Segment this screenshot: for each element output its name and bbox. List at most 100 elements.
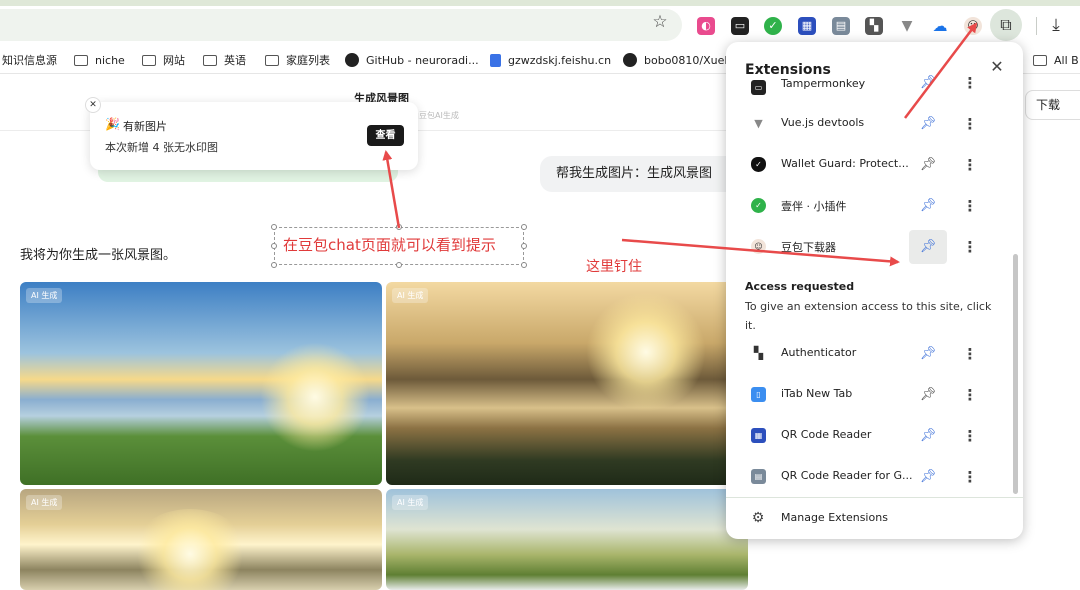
pin-icon[interactable]: 📌︎ (909, 230, 947, 264)
scrollbar[interactable] (1013, 254, 1018, 494)
manage-extensions-button[interactable]: ⚙ Manage Extensions (726, 498, 1023, 538)
bookmark-item[interactable]: 知识信息源 (2, 46, 57, 74)
extension-name: QR Code Reader (781, 428, 872, 441)
doc-icon (490, 53, 501, 67)
extensions-popup: Extensions ✕ ▭ Tampermonkey 📌︎ ⋮ ▼ Vue.j… (726, 42, 1023, 539)
toolbar-separator (1036, 17, 1037, 35)
pdf-icon[interactable]: ▭ (731, 17, 749, 35)
qr-reader-icon[interactable]: ▦ (798, 17, 816, 35)
tampermonkey-icon[interactable]: ◐ (697, 17, 715, 35)
extension-row[interactable]: ✓ Wallet Guard: Protect... 📌︎ ⋮ (726, 145, 1016, 185)
more-icon[interactable]: ⋮ (960, 425, 980, 447)
extension-name: QR Code Reader for G... (781, 469, 913, 482)
view-button[interactable]: 查看 (367, 125, 404, 146)
more-icon[interactable]: ⋮ (960, 154, 980, 176)
pin-icon[interactable]: 📌︎ (909, 66, 947, 100)
manage-extensions-label: Manage Extensions (781, 511, 888, 524)
toast-close-icon[interactable]: ✕ (85, 97, 101, 113)
doubao-downloader-icon: ☺ (751, 239, 766, 254)
yiban-icon: ✓ (751, 198, 766, 213)
extension-name: Wallet Guard: Protect... (781, 157, 909, 170)
cloud-download-icon[interactable]: ☁ (931, 17, 949, 35)
qr-reader-g-icon[interactable]: ▤ (832, 17, 850, 35)
extension-name: Tampermonkey (781, 77, 866, 90)
bookmark-item[interactable]: niche (74, 46, 125, 74)
new-image-toast: 🎉 有新图片 本次新增 4 张无水印图 查看 (90, 102, 418, 170)
github-icon (345, 53, 359, 67)
ai-badge: AI 生成 (26, 288, 63, 303)
generated-image[interactable]: AI 生成 (20, 282, 382, 485)
vuejs-devtools-icon[interactable]: ▼ (898, 17, 916, 35)
extension-name: 壹伴 · 小插件 (781, 200, 847, 213)
more-icon[interactable]: ⋮ (960, 343, 980, 365)
more-icon[interactable]: ⋮ (960, 236, 980, 258)
toast-body: 本次新增 4 张无水印图 (105, 141, 218, 154)
extension-row[interactable]: ▭ Tampermonkey 📌︎ ⋮ (726, 64, 1016, 104)
more-icon[interactable]: ⋮ (960, 195, 980, 217)
generated-image[interactable]: AI 生成 (386, 489, 748, 590)
extension-row[interactable]: ▯ iTab New Tab 📌︎ ⋮ (726, 375, 1016, 415)
pin-icon[interactable]: 📌︎ (909, 460, 947, 494)
ai-badge: AI 生成 (392, 495, 429, 510)
pin-icon[interactable]: 📌︎ (909, 337, 947, 371)
bookmark-item[interactable]: gzwzdskj.feishu.cn (490, 46, 611, 74)
screenshot-root: ☆ ◐ ▭ ✓ ▦ ▤ ▚ ▼ ☁ ☺ ⧉ ⤓ 知识信息源 niche 网站 英… (0, 0, 1080, 590)
extension-name: iTab New Tab (781, 387, 853, 400)
bookmark-item[interactable]: 家庭列表 (265, 46, 330, 74)
extension-row[interactable]: ▤ QR Code Reader for G... 📌︎ ⋮ (726, 457, 1016, 497)
folder-icon (203, 54, 217, 66)
extension-row[interactable]: ▼ Vue.js devtools 📌︎ ⋮ (726, 104, 1016, 144)
pin-icon[interactable]: 📌︎ (909, 107, 947, 141)
generated-image[interactable]: AI 生成 (20, 489, 382, 590)
browser-toolbar: ☆ ◐ ▭ ✓ ▦ ▤ ▚ ▼ ☁ ☺ ⧉ ⤓ (0, 6, 1080, 46)
folder-icon (265, 54, 279, 66)
toast-title: 有新图片 (123, 120, 167, 133)
pin-icon[interactable]: 📌︎ (909, 189, 947, 223)
more-icon[interactable]: ⋮ (960, 384, 980, 406)
ai-badge: AI 生成 (26, 495, 63, 510)
bookmark-item[interactable]: All B (1033, 46, 1079, 74)
more-icon[interactable]: ⋮ (960, 113, 980, 135)
extension-row[interactable]: ✓ 壹伴 · 小插件 📌︎ ⋮ (726, 186, 1016, 226)
authenticator-icon: ▚ (751, 346, 766, 361)
qr-reader-g-icon: ▤ (751, 469, 766, 484)
extension-row[interactable]: ☺ 豆包下载器 📌︎ ⋮ (726, 227, 1016, 267)
extension-name: 豆包下载器 (781, 241, 836, 254)
more-icon[interactable]: ⋮ (960, 72, 980, 94)
bookmark-item[interactable]: 英语 (203, 46, 246, 74)
folder-icon (74, 54, 88, 66)
sun-glow (130, 509, 250, 590)
access-requested-title: Access requested (745, 280, 855, 293)
pin-icon[interactable]: 📌︎ (909, 148, 947, 182)
access-requested-description: To give an extension access to this site… (745, 300, 992, 332)
downloads-icon[interactable]: ⤓ (1045, 14, 1067, 36)
assistant-reply: 我将为你生成一张风景图。 (20, 248, 177, 263)
authenticator-icon[interactable]: ▚ (865, 17, 883, 35)
extensions-puzzle-icon[interactable]: ⧉ (990, 9, 1022, 41)
vue-icon[interactable]: ✓ (764, 17, 782, 35)
ai-badge: AI 生成 (392, 288, 429, 303)
bookmark-item[interactable]: 网站 (142, 46, 185, 74)
pin-annotation-text: 这里钉住 (586, 259, 642, 275)
bookmark-item[interactable]: bobo0810/XueL (623, 46, 731, 74)
address-bar[interactable] (0, 9, 682, 41)
qr-reader-icon: ▦ (751, 428, 766, 443)
pin-icon[interactable]: 📌︎ (909, 378, 947, 412)
pin-icon[interactable]: 📌︎ (909, 419, 947, 453)
download-app-button[interactable]: 下载 (1025, 90, 1080, 120)
bookmark-item[interactable]: GitHub - neuroradi... (345, 46, 479, 74)
bookmark-star-icon[interactable]: ☆ (650, 12, 670, 32)
generated-image[interactable]: AI 生成 (386, 282, 748, 485)
annotation-text: 在豆包chat页面就可以看到提示 (283, 236, 496, 254)
gear-icon: ⚙ (751, 510, 765, 526)
doubao-downloader-icon[interactable]: ☺ (964, 17, 982, 35)
more-icon[interactable]: ⋮ (960, 466, 980, 488)
tampermonkey-icon: ▭ (751, 80, 766, 95)
party-popper-icon: 🎉 (105, 117, 120, 131)
extension-row[interactable]: ▦ QR Code Reader 📌︎ ⋮ (726, 416, 1016, 456)
sun-glow (586, 292, 706, 412)
sun-glow (260, 342, 370, 452)
extension-row[interactable]: ▚ Authenticator 📌︎ ⋮ (726, 334, 1016, 374)
shield-icon: ✓ (751, 157, 766, 172)
folder-icon (142, 54, 156, 66)
